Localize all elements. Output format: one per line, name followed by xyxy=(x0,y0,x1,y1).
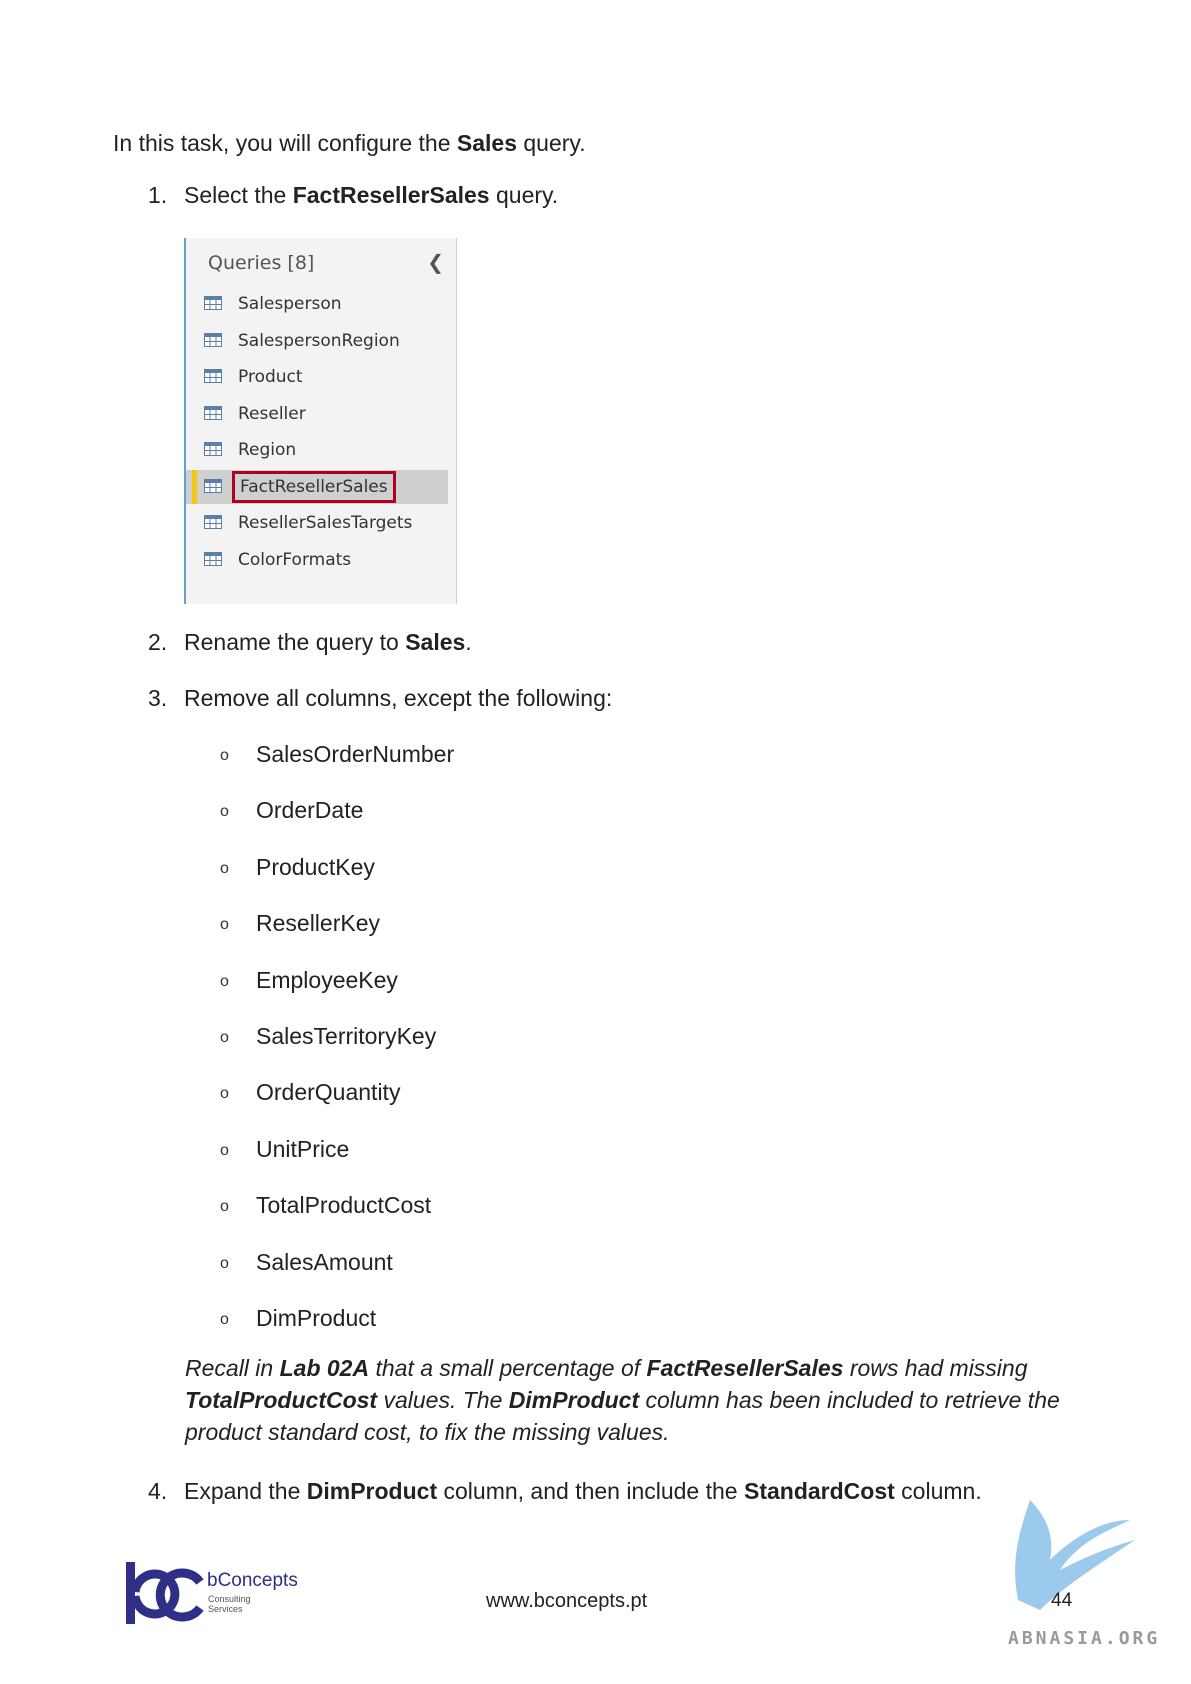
column-list-item: o TotalProductCost xyxy=(220,1192,431,1219)
column-name: EmployeeKey xyxy=(256,966,398,993)
step-4: 4. Expand the DimProduct column, and then… xyxy=(148,1478,982,1504)
query-item[interactable]: ResellerSalesTargets xyxy=(186,506,448,540)
bullet-glyph: o xyxy=(220,859,229,877)
query-item[interactable]: Salesperson xyxy=(186,287,448,321)
table-icon xyxy=(204,332,222,347)
column-name: ProductKey xyxy=(256,853,375,880)
column-list-item: o SalesOrderNumber xyxy=(220,741,454,768)
column-name: OrderQuantity xyxy=(256,1079,401,1106)
query-item[interactable]: SalespersonRegion xyxy=(186,324,448,358)
column-name: ResellerKey xyxy=(256,910,380,937)
column-name: SalesAmount xyxy=(256,1248,393,1275)
query-item[interactable]: FactResellerSales xyxy=(186,469,448,504)
query-item-label: ResellerSalesTargets xyxy=(238,513,413,533)
query-item-label: Region xyxy=(238,440,297,460)
query-item[interactable]: ColorFormats xyxy=(186,543,448,577)
column-name: SalesOrderNumber xyxy=(256,741,455,767)
step-1: 1. Select the FactResellerSales query. xyxy=(148,182,559,208)
step-3: 3. Remove all columns, except the followi… xyxy=(148,685,613,711)
page-number: 44 xyxy=(1051,1590,1073,1611)
column-list-item: o ProductKey xyxy=(220,854,375,881)
table-icon xyxy=(204,478,222,493)
query-item[interactable]: Reseller xyxy=(186,397,448,431)
bullet-glyph: o xyxy=(220,972,229,990)
column-list-item: o EmployeeKey xyxy=(220,967,398,994)
table-icon xyxy=(204,551,222,566)
query-item[interactable]: Product xyxy=(186,360,448,394)
logo-name: bConcepts xyxy=(207,1570,298,1591)
query-item-label: ColorFormats xyxy=(238,549,352,570)
query-item[interactable]: Region xyxy=(186,433,448,467)
table-icon xyxy=(204,369,222,383)
bullet-glyph: o xyxy=(220,746,229,764)
column-list-item: o SalesAmount xyxy=(220,1249,393,1276)
column-list-item: o OrderDate xyxy=(220,797,363,824)
watermark-text: ABNASIA.ORG xyxy=(1008,1628,1161,1649)
queries-panel-title: Queries [8] xyxy=(208,252,315,274)
table-icon xyxy=(204,515,222,529)
column-list-item: o UnitPrice xyxy=(220,1136,349,1163)
column-name: TotalProductCost xyxy=(256,1192,432,1219)
bullet-glyph: o xyxy=(220,1141,229,1159)
step-2: 2. Rename the query to Sales. xyxy=(148,629,472,655)
query-item-label: Product xyxy=(238,367,303,387)
intro-text: In this task, you will configure the Sal… xyxy=(113,130,586,156)
bullet-glyph: o xyxy=(220,1028,229,1046)
table-icon xyxy=(204,442,222,456)
queries-panel: Queries [8] ❮ Salesperson SalespersonRegi… xyxy=(184,238,457,604)
query-item-label: SalespersonRegion xyxy=(238,330,400,351)
column-list-item: o SalesTerritoryKey xyxy=(220,1023,436,1050)
query-item-label: Reseller xyxy=(238,403,306,424)
table-icon xyxy=(204,296,222,310)
bullet-glyph: o xyxy=(220,1198,229,1216)
logo-subtitle: Consulting Services xyxy=(208,1594,251,1614)
column-name: DimProduct xyxy=(256,1305,377,1331)
bullet-glyph: o xyxy=(220,1310,229,1328)
query-item-label: Salesperson xyxy=(238,294,342,314)
query-item-label: FactResellerSales xyxy=(232,470,396,503)
table-icon xyxy=(204,405,222,420)
bullet-glyph: o xyxy=(220,1085,229,1103)
recall-note: Recall in Lab 02A that a small percentag… xyxy=(185,1355,1060,1445)
chevron-left-icon[interactable]: ❮ xyxy=(427,250,444,274)
footer-url: www.bconcepts.pt xyxy=(486,1590,648,1612)
column-list-item: o DimProduct xyxy=(220,1305,376,1332)
column-list-item: o ResellerKey xyxy=(220,910,380,937)
bullet-glyph: o xyxy=(220,1254,229,1272)
column-name: SalesTerritoryKey xyxy=(256,1023,437,1049)
bullet-glyph: o xyxy=(220,803,229,821)
bconcepts-logo xyxy=(126,1562,204,1624)
column-list-item: o OrderQuantity xyxy=(220,1079,400,1106)
column-name: OrderDate xyxy=(256,797,364,824)
bullet-glyph: o xyxy=(220,916,229,934)
column-name: UnitPrice xyxy=(256,1135,350,1162)
